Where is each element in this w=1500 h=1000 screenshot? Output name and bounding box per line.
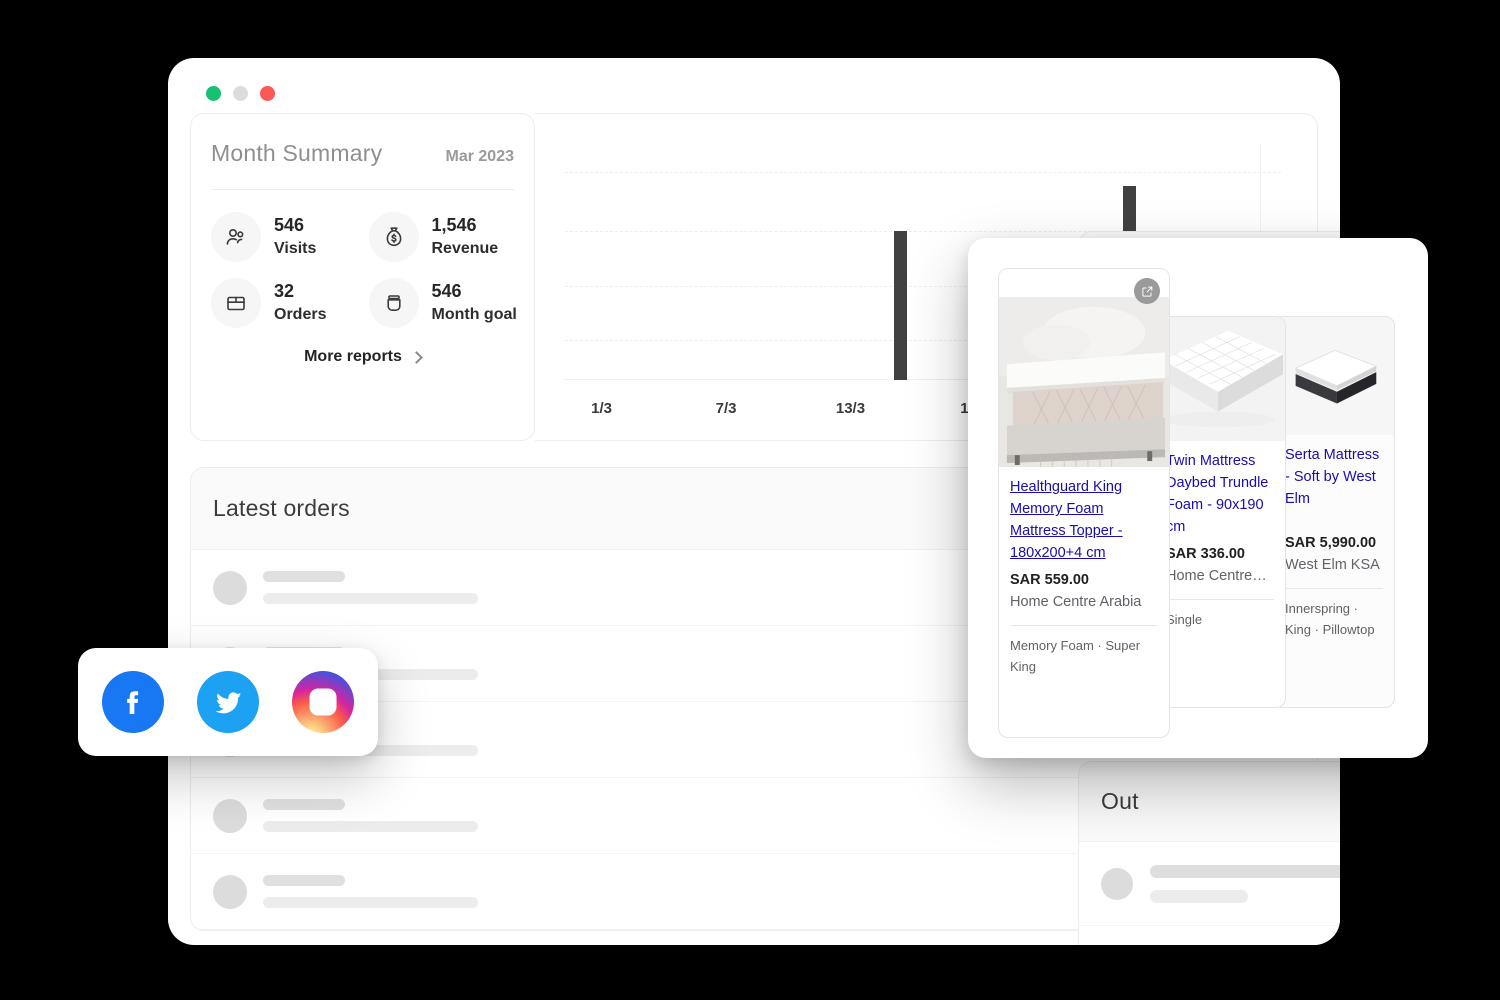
out-of-stock-list <box>1079 842 1340 945</box>
product-image-healthguard-topper <box>999 297 1169 467</box>
screenshot-stage: Month Summary Mar 2023 546 Visits 1,546 … <box>0 0 1500 1000</box>
skeleton-line <box>263 821 478 832</box>
avatar <box>213 570 247 605</box>
stat-value: 32 <box>274 280 295 301</box>
package-icon <box>211 278 261 328</box>
stat-label: Orders <box>274 306 327 324</box>
page-title: Month Summary <box>211 140 383 166</box>
avatar <box>213 798 247 833</box>
product-card-2[interactable]: Twin Mattress Daybed Trundle Foam - 90x1… <box>1154 316 1286 708</box>
stat-value: 546 <box>431 280 462 301</box>
stat-label: Visits <box>274 240 317 258</box>
chart-x-tick-label: 1/3 <box>591 400 613 417</box>
product-merchant: Home Centre Arabia <box>1010 593 1142 610</box>
skeleton-line <box>263 571 345 582</box>
chart-bar[interactable] <box>894 231 908 380</box>
product-price: SAR 5,990.00 <box>1285 535 1377 552</box>
window-button-gray[interactable] <box>233 86 248 101</box>
product-divider <box>1010 624 1158 626</box>
list-item[interactable] <box>1079 842 1340 926</box>
out-of-stock-card: Out <box>1078 761 1340 945</box>
order-text-placeholder <box>263 875 1155 908</box>
chart-x-tick-label: 7/3 <box>715 400 737 417</box>
skeleton-line <box>263 593 478 604</box>
stat-label: Month goal <box>431 306 517 324</box>
avatar <box>213 874 247 909</box>
product-title[interactable]: Healthguard King Memory Foam Mattress To… <box>1010 476 1158 564</box>
out-of-stock-header: Out <box>1079 762 1340 842</box>
product-title[interactable]: Twin Mattress Daybed Trundle Foam - 90x1… <box>1166 450 1274 538</box>
product-card-1[interactable]: Healthguard King Memory Foam Mattress To… <box>998 268 1170 738</box>
product-image-wrap <box>1155 317 1285 442</box>
window-button-green[interactable] <box>206 86 221 101</box>
facebook-icon[interactable] <box>102 671 164 733</box>
product-image-wrap <box>1274 317 1394 436</box>
more-reports-label: More reports <box>304 348 402 365</box>
product-card-3[interactable]: Serta Mattress - Soft by West Elm SAR 5,… <box>1273 316 1395 708</box>
month-summary-header: Month Summary Mar 2023 <box>191 140 534 167</box>
external-link-icon[interactable] <box>1134 278 1160 304</box>
product-price: SAR 336.00 <box>1166 546 1245 563</box>
notification-text-placeholder <box>1150 864 1340 903</box>
stat-label: Revenue <box>431 240 499 258</box>
social-icons-card <box>78 648 378 756</box>
product-title[interactable]: Serta Mattress - Soft by West Elm <box>1285 444 1383 510</box>
instagram-icon[interactable] <box>292 671 354 733</box>
avatar <box>1101 867 1133 900</box>
month-summary-card: Month Summary Mar 2023 546 Visits 1,546 … <box>190 113 535 441</box>
product-price: SAR 559.00 <box>1010 572 1089 589</box>
skeleton-line <box>1150 889 1248 903</box>
skeleton-line <box>1150 864 1340 878</box>
chart-gridline <box>565 172 1281 174</box>
product-merchant: West Elm KSA <box>1285 556 1380 573</box>
skeleton-line <box>263 799 345 810</box>
window-button-red[interactable] <box>260 86 275 101</box>
product-body: Twin Mattress Daybed Trundle Foam - 90x1… <box>1155 441 1285 640</box>
stat-value: 546 <box>274 214 305 235</box>
product-attributes: Innerspring · King · Pillowtop <box>1285 600 1375 637</box>
stat-visits[interactable]: 546 Visits <box>205 212 363 262</box>
product-divider <box>1285 587 1383 589</box>
window-traffic-lights <box>206 86 275 101</box>
stat-orders[interactable]: 32 Orders <box>205 278 363 328</box>
product-results-panel: Serta Mattress - Soft by West Elm SAR 5,… <box>968 238 1428 758</box>
chart-x-tick-label: 13/3 <box>835 400 866 417</box>
list-item[interactable] <box>1079 926 1340 945</box>
chevron-right-icon <box>410 350 423 364</box>
more-reports-link[interactable]: More reports <box>191 348 534 366</box>
summary-month-label: Mar 2023 <box>445 148 515 165</box>
product-divider <box>1166 598 1274 600</box>
product-image-wrap <box>999 269 1169 467</box>
product-spacer <box>1285 510 1383 527</box>
money-bag-icon <box>368 212 419 262</box>
stat-value: 1,546 <box>431 214 477 235</box>
window-titlebar <box>168 58 1340 113</box>
summary-stats-grid: 546 Visits 1,546 Revenue 32 Orders 546 M… <box>191 190 534 328</box>
product-image-twin-mattress <box>1155 317 1285 442</box>
goal-jar-icon <box>368 278 419 328</box>
product-merchant: Home Centre… <box>1166 567 1267 584</box>
order-text-placeholder <box>263 799 1155 832</box>
stat-revenue[interactable]: 1,546 Revenue <box>363 212 521 262</box>
stat-month-goal[interactable]: 546 Month goal <box>363 278 521 328</box>
skeleton-line <box>263 897 478 908</box>
product-image-serta <box>1274 317 1394 436</box>
product-body: Healthguard King Memory Foam Mattress To… <box>999 467 1169 687</box>
product-attributes: Memory Foam · Super King <box>1010 637 1141 674</box>
skeleton-line <box>263 875 345 886</box>
out-of-stock-title: Out <box>1101 788 1139 814</box>
users-icon <box>211 212 261 262</box>
product-attributes: Single <box>1166 611 1203 627</box>
twitter-icon[interactable] <box>197 671 259 733</box>
product-body: Serta Mattress - Soft by West Elm SAR 5,… <box>1274 435 1394 650</box>
